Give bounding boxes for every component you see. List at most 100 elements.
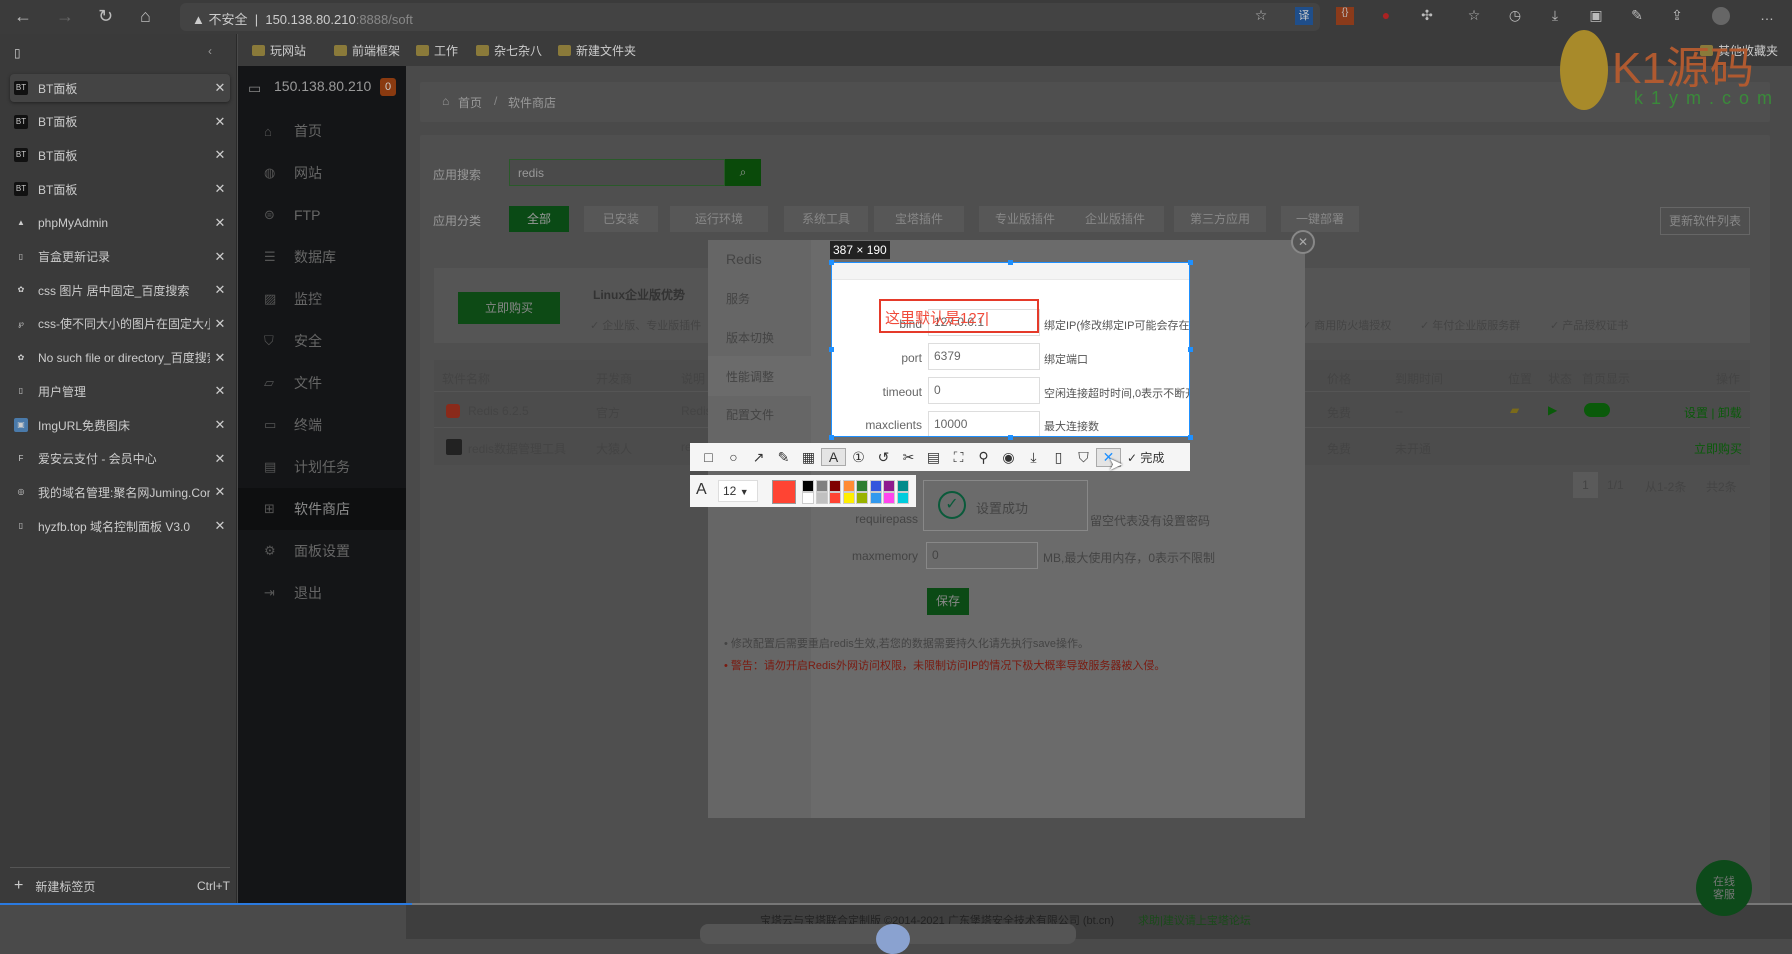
close-tab-icon[interactable]: ✕ [210, 80, 230, 96]
resize-handle[interactable] [829, 260, 834, 265]
timeout-input[interactable]: 0 [928, 377, 1040, 404]
close-tab-icon[interactable]: ✕ [210, 417, 230, 433]
color-swatch[interactable] [856, 480, 868, 492]
color-swatch[interactable] [829, 480, 841, 492]
sidebar-item-terminal[interactable]: ▭ 终端 [238, 404, 406, 446]
close-tab-icon[interactable]: ✕ [210, 451, 230, 467]
modal-menu-item[interactable]: 配置文件 [726, 406, 774, 423]
browser-tab[interactable]: ▲ phpMyAdmin ✕ [10, 209, 230, 237]
bookmark-icon[interactable]: ⛉ [1071, 449, 1096, 466]
browser-tab[interactable]: F 爱安云支付 - 会员中心 ✕ [10, 445, 230, 473]
bookmark-folder[interactable]: 玩网站 [252, 42, 306, 59]
translate-extension-icon[interactable]: 译 [1295, 7, 1313, 25]
undo-icon[interactable]: ↺ [871, 449, 896, 466]
browser-tab[interactable]: ℘ css-使不同大小的图片在固定大小 ✕ [10, 310, 230, 338]
download-icon[interactable]: ⤓ [1546, 7, 1564, 25]
page-button[interactable]: 1 [1573, 472, 1598, 498]
address-bar[interactable]: ▲ 不安全 | 150.138.80.210:8888/soft [180, 3, 1320, 31]
text-tool-icon[interactable]: A [821, 448, 846, 466]
sidebar-item-home[interactable]: ⌂ 首页 [238, 110, 406, 152]
code-extension-icon[interactable]: {} [1336, 7, 1354, 25]
category-tab[interactable]: 系统工具 [784, 206, 868, 232]
breadcrumb-home[interactable]: 首页 [458, 94, 482, 111]
resize-handle[interactable] [829, 347, 834, 352]
home-icon[interactable]: ⌂ [442, 94, 449, 108]
reload-icon[interactable]: ↻ [98, 6, 113, 27]
color-swatch[interactable] [883, 492, 895, 504]
close-tab-icon[interactable]: ✕ [210, 484, 230, 500]
browser-tab[interactable]: ▯ 用户管理 ✕ [10, 377, 230, 405]
history-icon[interactable]: ◷ [1506, 7, 1524, 25]
close-tab-icon[interactable]: ✕ [210, 350, 230, 366]
new-tab-button[interactable]: + 新建标签页 Ctrl+T [10, 872, 230, 900]
collapse-icon[interactable]: ‹ [208, 44, 212, 58]
sidebar-item-ftp[interactable]: ⊜ FTP [238, 194, 406, 236]
mosaic-tool-icon[interactable]: ▦ [796, 449, 821, 466]
back-icon[interactable]: ← [14, 6, 32, 27]
close-tab-icon[interactable]: ✕ [210, 114, 230, 130]
buy-now-button[interactable]: 立即购买 [458, 292, 560, 324]
ellipse-tool-icon[interactable]: ○ [721, 449, 746, 465]
close-tab-icon[interactable]: ✕ [210, 147, 230, 163]
browser-tab[interactable]: ✿ No such file or directory_百度搜索 ✕ [10, 344, 230, 372]
color-swatch[interactable] [856, 492, 868, 504]
scroll-capture-icon[interactable]: ⛶ [946, 449, 971, 466]
color-swatch[interactable] [842, 480, 855, 492]
category-tab[interactable]: 宝塔插件 [874, 206, 964, 232]
color-swatch[interactable] [829, 492, 841, 504]
color-swatch[interactable] [842, 492, 855, 504]
phone-icon[interactable]: ▯ [1046, 449, 1071, 466]
forward-icon[interactable]: → [56, 6, 74, 27]
close-tab-icon[interactable]: ✕ [210, 282, 230, 298]
color-swatch[interactable] [802, 480, 814, 492]
font-size-select[interactable]: 12 ▼ [718, 480, 758, 502]
favorites-icon[interactable]: ☆ [1465, 7, 1483, 25]
math-icon[interactable]: ▣ [1587, 7, 1605, 25]
close-tab-icon[interactable]: ✕ [210, 215, 230, 231]
search-input[interactable]: redis [509, 159, 725, 186]
play-button[interactable] [876, 924, 910, 954]
rectangle-tool-icon[interactable]: □ [696, 449, 721, 465]
port-input[interactable]: 6379 [928, 343, 1040, 370]
sidebar-item-shield[interactable]: ⛉ 安全 [238, 320, 406, 362]
browser-tab[interactable]: ▯ hyzfb.top 域名控制面板 V3.0 ✕ [10, 512, 230, 540]
save-button[interactable]: 保存 [927, 588, 969, 615]
browser-tab[interactable]: ▯ 盲盒更新记录 ✕ [10, 243, 230, 271]
more-icon[interactable]: … [1758, 7, 1776, 25]
modal-menu-item[interactable]: 性能调整 [726, 368, 774, 385]
avatar[interactable] [1712, 7, 1730, 25]
number-tool-icon[interactable]: ① [846, 449, 871, 466]
bookmark-folder[interactable]: 前端框架 [334, 42, 400, 59]
sidebar-item-database[interactable]: ☰ 数据库 [238, 236, 406, 278]
bookmark-folder[interactable]: 工作 [416, 42, 458, 59]
resize-handle[interactable] [829, 435, 834, 440]
search-button[interactable]: ⌕ [725, 159, 761, 186]
browser-tab[interactable]: BT BT面板 ✕ [10, 108, 230, 136]
sidebar-item-folder[interactable]: ▱ 文件 [238, 362, 406, 404]
resize-handle[interactable] [1008, 435, 1013, 440]
color-swatch[interactable] [815, 480, 828, 492]
record-icon[interactable]: ◉ [996, 449, 1021, 466]
browser-tab[interactable]: BT BT面板 ✕ [10, 141, 230, 169]
homepage-toggle[interactable] [1584, 403, 1610, 417]
category-tab[interactable]: 全部 [509, 206, 569, 232]
extensions-icon[interactable]: ✣ [1418, 7, 1436, 25]
pen-tool-icon[interactable]: ✎ [771, 449, 796, 466]
ocr-icon[interactable]: ▤ [921, 449, 946, 466]
row-actions[interactable]: 设置 | 卸载 [1684, 404, 1742, 421]
play-icon[interactable]: ▶ [1548, 403, 1557, 417]
modal-menu-item[interactable]: 版本切换 [726, 329, 774, 346]
color-swatch[interactable] [883, 480, 895, 492]
category-tab[interactable]: 专业版插件 [979, 206, 1071, 232]
category-tab[interactable]: 已安装 [584, 206, 658, 232]
bookmark-folder[interactable]: 新建文件夹 [558, 42, 636, 59]
sidebar-item-monitor[interactable]: ▨ 监控 [238, 278, 406, 320]
resize-handle[interactable] [1008, 260, 1013, 265]
pin-icon[interactable]: ⚲ [971, 449, 996, 466]
browser-tab[interactable]: ✿ css 图片 居中固定_百度搜索 ✕ [10, 276, 230, 304]
resize-handle[interactable] [1188, 347, 1193, 352]
arrow-tool-icon[interactable]: ↗ [746, 449, 771, 466]
favorite-add-icon[interactable]: ☆ [1252, 7, 1270, 25]
resize-handle[interactable] [1188, 260, 1193, 265]
forum-link[interactable]: 求助|建议请上宝塔论坛 [1138, 912, 1251, 928]
